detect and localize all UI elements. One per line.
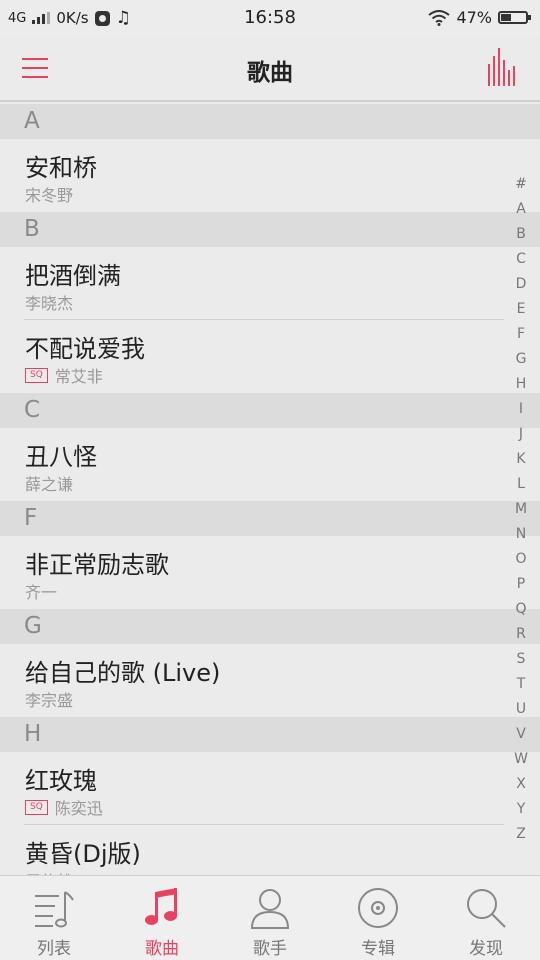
song-title: 给自己的歌 (Live) bbox=[25, 659, 221, 687]
tab-songs[interactable]: 歌曲 bbox=[108, 876, 216, 960]
song-title: 安和桥 bbox=[25, 154, 97, 182]
tab-label: 列表 bbox=[37, 939, 71, 959]
alphabet-index-letter[interactable]: M bbox=[508, 497, 534, 522]
tab-label: 歌手 bbox=[253, 939, 287, 959]
song-row[interactable]: 不配说爱我 SQ 常艾非 bbox=[0, 320, 540, 393]
song-title: 黄昏(Dj版) bbox=[25, 840, 141, 868]
alphabet-index-letter[interactable]: A bbox=[508, 197, 534, 222]
song-artist-line: 宋冬野 bbox=[25, 182, 73, 206]
disc-icon bbox=[358, 888, 398, 928]
section-header: G bbox=[0, 609, 540, 644]
alphabet-index-letter[interactable]: D bbox=[508, 272, 534, 297]
person-icon bbox=[250, 889, 290, 929]
artist-name: 陈奕迅 bbox=[54, 799, 103, 818]
artist-name: 李晓杰 bbox=[25, 294, 74, 313]
song-artist-line: SQ 常艾非 bbox=[25, 363, 103, 387]
alphabet-index-letter[interactable]: K bbox=[508, 447, 534, 472]
sq-quality-badge: SQ bbox=[25, 367, 48, 383]
alphabet-index-letter[interactable]: B bbox=[508, 222, 534, 247]
status-bar: 4G 0K/s ♫ 16:58 47% bbox=[0, 0, 540, 36]
artist-name: 常艾非 bbox=[54, 367, 103, 386]
alphabet-index-letter[interactable]: F bbox=[508, 322, 534, 347]
alphabet-index-letter[interactable]: E bbox=[508, 297, 534, 322]
bottom-tab-bar: 列表 歌曲 歌手 专辑 发现 bbox=[0, 875, 540, 960]
search-icon bbox=[467, 889, 506, 928]
alphabet-index-letter[interactable]: W bbox=[508, 747, 534, 772]
song-row[interactable]: 安和桥 宋冬野 bbox=[0, 139, 540, 212]
section-header: H bbox=[0, 717, 540, 752]
song-row[interactable]: 给自己的歌 (Live) 李宗盛 bbox=[0, 644, 540, 717]
tab-label: 专辑 bbox=[361, 939, 395, 959]
section-header: F bbox=[0, 501, 540, 536]
song-title: 非正常励志歌 bbox=[25, 551, 169, 579]
alphabet-index-letter[interactable]: Y bbox=[508, 797, 534, 822]
wifi-icon bbox=[428, 9, 451, 26]
song-title: 不配说爱我 bbox=[25, 335, 145, 363]
song-artist-line: SQ 陈奕迅 bbox=[25, 795, 103, 819]
section-header: B bbox=[0, 212, 540, 247]
section-header: C bbox=[0, 393, 540, 428]
tab-discover[interactable]: 发现 bbox=[432, 876, 540, 960]
now-playing-equalizer-button[interactable] bbox=[488, 48, 516, 86]
page-title: 歌曲 bbox=[247, 60, 293, 86]
song-artist-line: 李宗盛 bbox=[25, 687, 73, 711]
artist-name: 薛之谦 bbox=[25, 475, 74, 494]
tab-albums[interactable]: 专辑 bbox=[324, 876, 432, 960]
alphabet-index-letter[interactable]: O bbox=[508, 547, 534, 572]
tab-list[interactable]: 列表 bbox=[0, 876, 108, 960]
alphabet-index-letter[interactable]: H bbox=[508, 372, 534, 397]
alphabet-index-letter[interactable]: Q bbox=[508, 597, 534, 622]
song-artist-line: 齐一 bbox=[25, 579, 57, 603]
battery-icon bbox=[498, 11, 531, 24]
alphabet-index-letter[interactable]: P bbox=[508, 572, 534, 597]
song-title: 把酒倒满 bbox=[25, 262, 121, 290]
alphabet-index-letter[interactable]: V bbox=[508, 722, 534, 747]
artist-name: 宋冬野 bbox=[25, 186, 74, 205]
song-row[interactable]: 把酒倒满 李晓杰 bbox=[0, 247, 540, 320]
tab-label: 歌曲 bbox=[145, 939, 179, 959]
alphabet-index[interactable]: # A B C D E F G H I J K L M N O P Q R S T U V W X Y Z bbox=[508, 172, 534, 847]
alphabet-index-letter[interactable]: R bbox=[508, 622, 534, 647]
alphabet-index-letter[interactable]: J bbox=[508, 422, 534, 447]
song-title: 红玫瑰 bbox=[25, 767, 97, 795]
status-right: 47% bbox=[428, 8, 531, 27]
alphabet-index-letter[interactable]: # bbox=[508, 172, 534, 197]
alphabet-index-letter[interactable]: S bbox=[508, 647, 534, 672]
list-music-icon bbox=[35, 891, 74, 928]
artist-name: 李宗盛 bbox=[25, 691, 74, 710]
tab-artists[interactable]: 歌手 bbox=[216, 876, 324, 960]
alphabet-index-letter[interactable]: Z bbox=[508, 822, 534, 847]
sq-quality-badge: SQ bbox=[25, 799, 48, 815]
section-header: A bbox=[0, 104, 540, 139]
alphabet-index-letter[interactable]: I bbox=[508, 397, 534, 422]
alphabet-index-letter[interactable]: U bbox=[508, 697, 534, 722]
song-row[interactable]: 红玫瑰 SQ 陈奕迅 bbox=[0, 752, 540, 825]
music-note-icon bbox=[145, 888, 177, 925]
artist-name: 齐一 bbox=[25, 583, 58, 602]
alphabet-index-letter[interactable]: T bbox=[508, 672, 534, 697]
alphabet-index-letter[interactable]: L bbox=[508, 472, 534, 497]
tab-label: 发现 bbox=[469, 939, 503, 959]
alphabet-index-letter[interactable]: G bbox=[508, 347, 534, 372]
song-artist-line: 薛之谦 bbox=[25, 471, 73, 495]
battery-percent: 47% bbox=[456, 8, 492, 27]
song-row[interactable]: 非正常励志歌 齐一 bbox=[0, 536, 540, 609]
alphabet-index-letter[interactable]: N bbox=[508, 522, 534, 547]
app-header: 歌曲 bbox=[0, 36, 540, 102]
song-row[interactable]: 丑八怪 薛之谦 bbox=[0, 428, 540, 501]
song-list[interactable]: A 安和桥 宋冬野 B 把酒倒满 李晓杰 不配说爱我 SQ 常艾非 C 丑八怪 薛之谦 F 非正常励志歌齐… bbox=[0, 104, 540, 898]
song-title: 丑八怪 bbox=[25, 443, 97, 471]
alphabet-index-letter[interactable]: C bbox=[508, 247, 534, 272]
alphabet-index-letter[interactable]: X bbox=[508, 772, 534, 797]
song-artist-line: 李晓杰 bbox=[25, 290, 73, 314]
